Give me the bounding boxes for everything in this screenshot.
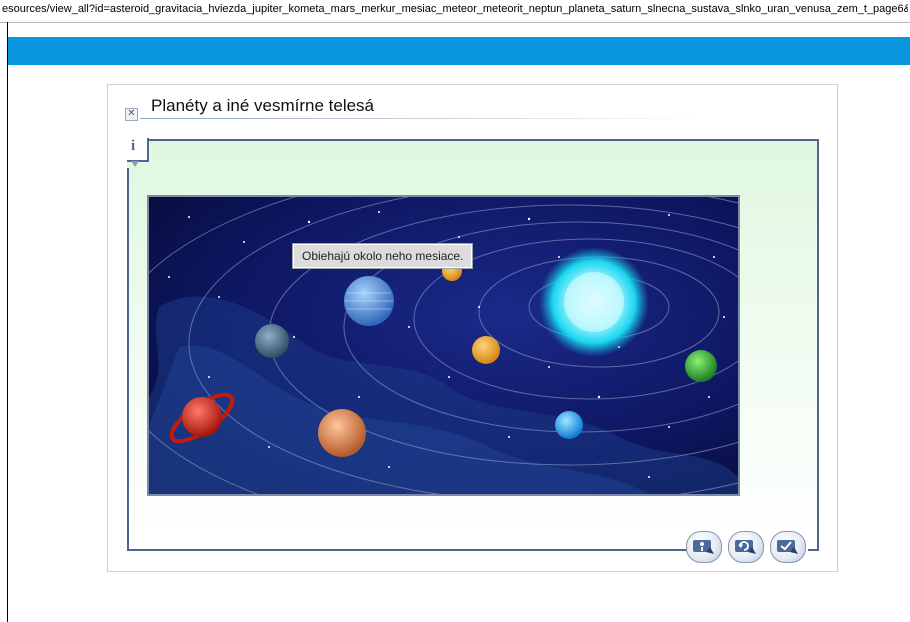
panel-border-left: [127, 168, 129, 551]
check-icon: [777, 540, 798, 554]
title-divider: [140, 118, 710, 119]
solar-system-image: [147, 195, 740, 496]
address-text: esources/view_all?id=asteroid_gravitacia…: [2, 3, 908, 15]
page-title: Planéty a iné vesmírne telesá: [151, 96, 375, 115]
help-button[interactable]: [686, 531, 722, 563]
help-icon: [693, 540, 714, 554]
panel-border-bottom-right: [808, 549, 819, 551]
info-icon[interactable]: i: [131, 138, 135, 155]
triangle-down-icon[interactable]: [131, 161, 139, 167]
site-header-bar: [8, 37, 910, 65]
check-button[interactable]: [770, 531, 806, 563]
tooltip: Obiehajú okolo neho mesiace.: [293, 244, 473, 268]
close-icon[interactable]: ✕: [125, 108, 138, 121]
page-edge: [7, 22, 8, 622]
panel-border-bottom: [127, 549, 687, 551]
reset-button[interactable]: [728, 531, 764, 563]
reset-icon: [735, 540, 756, 554]
address-bar[interactable]: esources/view_all?id=asteroid_gravitacia…: [0, 0, 910, 23]
